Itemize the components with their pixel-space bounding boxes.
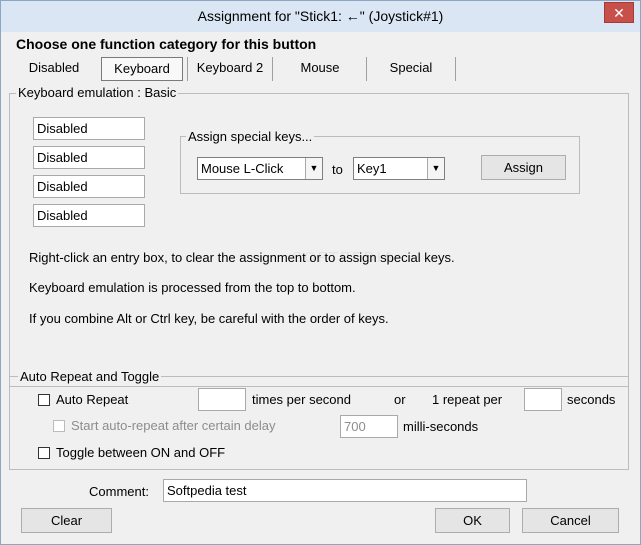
to-label: to xyxy=(332,162,343,177)
dialog-body: Choose one function category for this bu… xyxy=(8,33,633,541)
toggle-checkbox[interactable] xyxy=(38,447,50,459)
key-entry-2[interactable]: Disabled xyxy=(33,146,145,169)
note-right-click: Right-click an entry box, to clear the a… xyxy=(29,250,455,265)
one-repeat-per-label: 1 repeat per xyxy=(432,392,503,407)
special-target-value: Key1 xyxy=(357,161,387,176)
toggle-label: Toggle between ON and OFF xyxy=(56,445,226,460)
cancel-button[interactable]: Cancel xyxy=(522,508,619,533)
special-source-select[interactable]: Mouse L-Click ▼ xyxy=(197,157,323,180)
auto-repeat-label: Auto Repeat xyxy=(56,392,129,407)
times-per-second-label: times per second xyxy=(252,392,351,407)
delay-input[interactable]: 700 xyxy=(340,415,398,438)
tab-mouse[interactable]: Mouse xyxy=(274,57,366,81)
tab-separator xyxy=(366,57,367,81)
comment-label: Comment: xyxy=(89,484,149,499)
delay-checkbox[interactable] xyxy=(53,420,65,432)
note-order: Keyboard emulation is processed from the… xyxy=(29,280,356,295)
special-target-select[interactable]: Key1 ▼ xyxy=(353,157,445,180)
tab-separator xyxy=(187,57,188,81)
ok-button[interactable]: OK xyxy=(435,508,510,533)
tab-keyboard[interactable]: Keyboard xyxy=(101,57,183,81)
keyboard-emulation-title: Keyboard emulation : Basic xyxy=(16,85,179,100)
delay-unit-label: milli-seconds xyxy=(403,419,479,434)
note-alt-ctrl: If you combine Alt or Ctrl key, be caref… xyxy=(29,311,389,326)
comment-input[interactable]: Softpedia test xyxy=(163,479,527,502)
seconds-input[interactable] xyxy=(524,388,562,411)
delay-label: Start auto-repeat after certain delay xyxy=(71,418,276,433)
key-entry-1[interactable]: Disabled xyxy=(33,117,145,140)
times-per-second-input[interactable] xyxy=(198,388,246,411)
close-icon[interactable]: ✕ xyxy=(604,2,634,23)
tab-separator xyxy=(455,57,456,81)
chevron-down-icon: ▼ xyxy=(305,158,322,179)
seconds-label: seconds xyxy=(567,392,616,407)
special-source-value: Mouse L-Click xyxy=(201,161,284,176)
tab-separator xyxy=(272,57,273,81)
window-title: Assignment for "Stick1: ←" (Joystick#1) xyxy=(197,8,444,24)
category-heading: Choose one function category for this bu… xyxy=(16,36,317,52)
or-label: or xyxy=(394,392,406,407)
title-bar: Assignment for "Stick1: ←" (Joystick#1) … xyxy=(1,1,640,32)
clear-button[interactable]: Clear xyxy=(21,508,112,533)
tab-special[interactable]: Special xyxy=(368,57,454,81)
assignment-dialog: Assignment for "Stick1: ←" (Joystick#1) … xyxy=(0,0,641,545)
tab-disabled[interactable]: Disabled xyxy=(16,57,92,81)
special-keys-title: Assign special keys... xyxy=(186,129,315,144)
auto-repeat-title: Auto Repeat and Toggle xyxy=(18,369,162,384)
assign-button[interactable]: Assign xyxy=(481,155,566,180)
chevron-down-icon: ▼ xyxy=(427,158,444,179)
key-entry-4[interactable]: Disabled xyxy=(33,204,145,227)
auto-repeat-checkbox[interactable] xyxy=(38,394,50,406)
tab-keyboard-2[interactable]: Keyboard 2 xyxy=(189,57,271,81)
key-entry-3[interactable]: Disabled xyxy=(33,175,145,198)
